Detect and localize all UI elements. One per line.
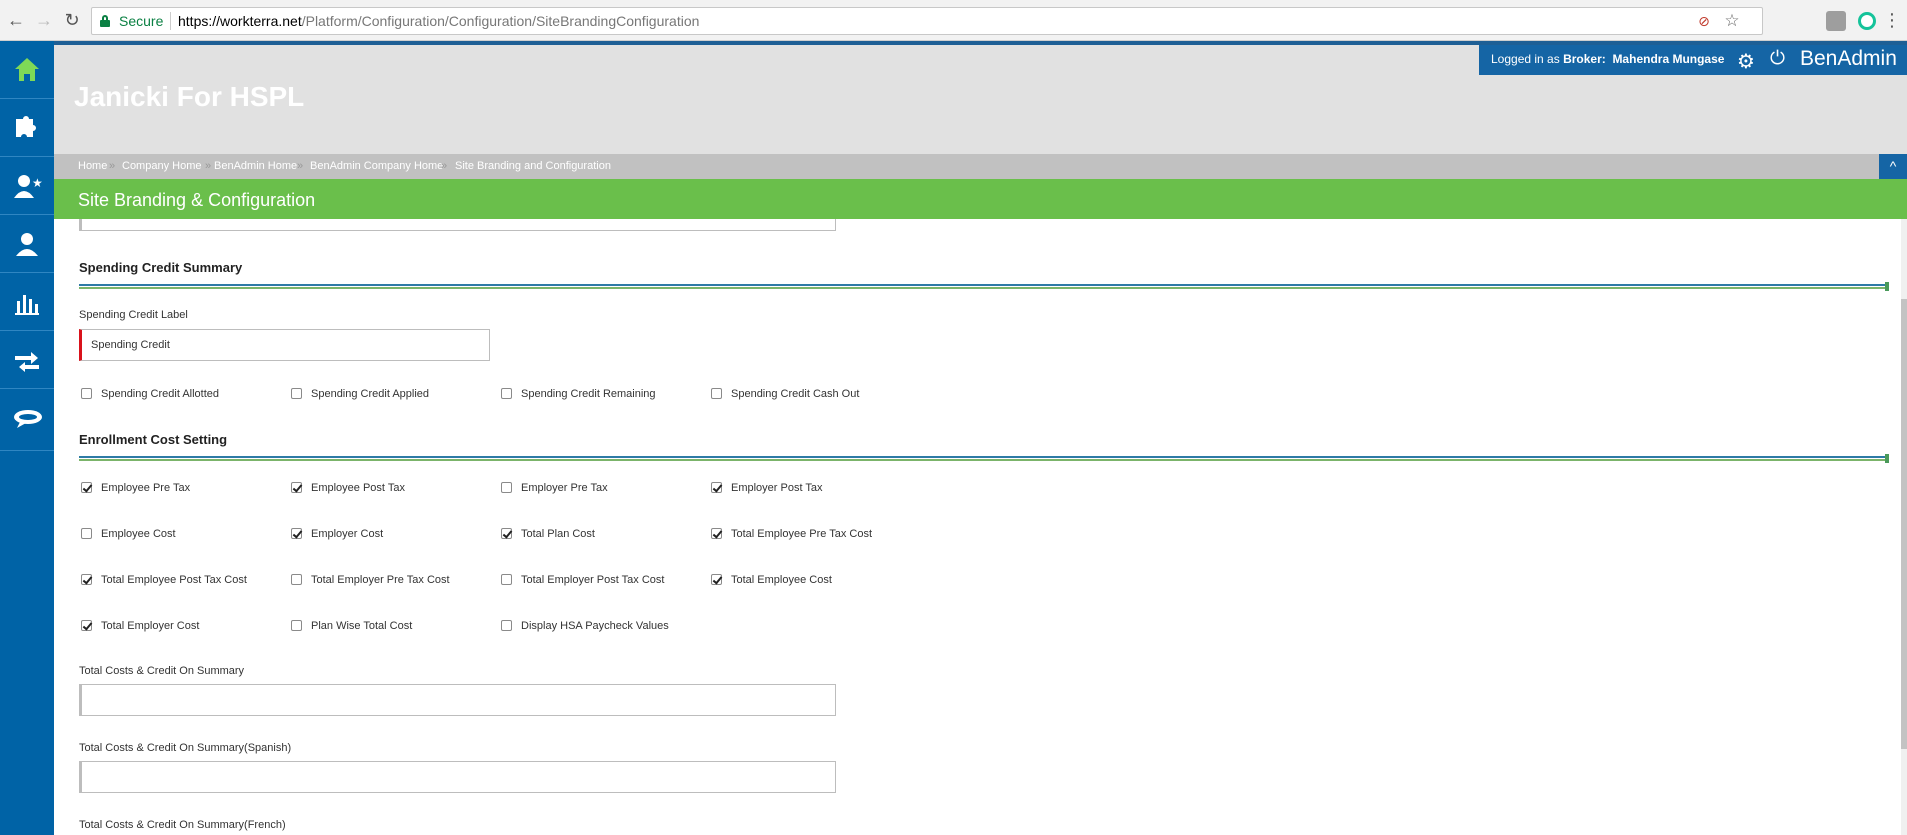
checkbox-employee-pre-tax[interactable] <box>81 482 92 493</box>
checkbox-total-plan-cost[interactable] <box>501 528 512 539</box>
svg-text:★: ★ <box>32 176 42 190</box>
collapse-header-button[interactable]: ^ <box>1879 154 1907 179</box>
checkbox-total-employer-cost[interactable] <box>81 620 92 631</box>
checkbox-total-employer-pre-tax-cost[interactable] <box>291 574 302 585</box>
sidebar: ★ <box>0 41 54 835</box>
secure-label: Secure <box>119 13 164 29</box>
checkbox-employer-post-tax[interactable] <box>711 482 722 493</box>
home-icon[interactable] <box>0 41 54 99</box>
browser-menu-icon[interactable]: ⋮ <box>1882 9 1902 31</box>
breadcrumb: Home » Company Home » BenAdmin Home » Be… <box>54 154 1907 179</box>
reload-icon[interactable]: ↻ <box>62 9 82 31</box>
spending-credit-label-label: Spending Credit Label <box>79 309 188 321</box>
breadcrumb-benadmin-home[interactable]: BenAdmin Home <box>214 160 297 172</box>
checkbox-total-employer-post-tax-cost[interactable] <box>501 574 512 585</box>
total-costs-summary-french-label: Total Costs & Credit On Summary(French) <box>79 819 286 831</box>
transfer-arrows-icon[interactable] <box>0 331 54 389</box>
section-divider <box>79 454 1889 463</box>
breadcrumb-benadmin-company-home[interactable]: BenAdmin Company Home <box>310 160 443 172</box>
user-star-icon[interactable]: ★ <box>0 157 54 215</box>
enrollment-cost-setting-title: Enrollment Cost Setting <box>79 432 228 447</box>
checkbox-spending-credit-applied[interactable] <box>291 388 302 399</box>
url-text[interactable]: https://workterra.net/Platform/Configura… <box>178 13 699 29</box>
checkbox-total-employee-pre-tax-cost[interactable] <box>711 528 722 539</box>
blocked-icon[interactable]: ⊘ <box>1695 12 1713 30</box>
power-icon[interactable]: ⏻ <box>1770 48 1785 70</box>
gear-icon[interactable]: ⚙ <box>1737 49 1755 74</box>
spending-credit-label-input[interactable]: Spending Credit <box>79 329 490 361</box>
checkbox-employee-cost[interactable] <box>81 528 92 539</box>
checkbox-total-employee-cost[interactable] <box>711 574 722 585</box>
total-costs-summary-spanish-input[interactable] <box>79 761 836 793</box>
checkbox-employee-post-tax[interactable] <box>291 482 302 493</box>
lock-icon <box>100 15 110 27</box>
breadcrumb-company-home[interactable]: Company Home <box>122 160 201 172</box>
section-divider <box>79 282 1889 291</box>
main-content: Spending Credit Summary Spending Credit … <box>54 219 1907 835</box>
chat-bubble-icon[interactable] <box>0 389 54 451</box>
address-bar[interactable]: Secure https://workterra.net/Platform/Co… <box>91 7 1763 35</box>
user-icon[interactable] <box>0 215 54 273</box>
checkbox-employer-pre-tax[interactable] <box>501 482 512 493</box>
forward-icon[interactable]: → <box>34 9 54 31</box>
checkbox-plan-wise-total-cost[interactable] <box>291 620 302 631</box>
puzzle-icon[interactable] <box>0 99 54 157</box>
bar-chart-icon[interactable] <box>0 273 54 331</box>
checkbox-spending-credit-allotted[interactable] <box>81 388 92 399</box>
checkbox-spending-credit-cash-out[interactable] <box>711 388 722 399</box>
total-costs-summary-label: Total Costs & Credit On Summary <box>79 665 245 677</box>
app-name[interactable]: BenAdmin <box>1800 47 1897 71</box>
previous-text-field[interactable] <box>79 219 836 231</box>
grammarly-icon[interactable] <box>1858 12 1876 30</box>
page-title: Site Branding & Configuration <box>78 190 316 210</box>
checkbox-total-employee-post-tax-cost[interactable] <box>81 574 92 585</box>
user-bar: Logged in as Broker: Mahendra Mungase ⚙ … <box>1479 45 1907 75</box>
login-info: Logged in as Broker: Mahendra Mungase <box>1491 52 1725 66</box>
total-costs-summary-input[interactable] <box>79 684 836 716</box>
page-title-bar: Site Branding & Configuration <box>54 179 1907 219</box>
extension-icon[interactable] <box>1826 11 1846 31</box>
vertical-scrollbar[interactable] <box>1901 219 1907 835</box>
breadcrumb-site-branding: Site Branding and Configuration <box>455 160 611 172</box>
spending-credit-summary-title: Spending Credit Summary <box>79 260 243 275</box>
breadcrumb-home[interactable]: Home <box>78 160 107 172</box>
checkbox-spending-credit-remaining[interactable] <box>501 388 512 399</box>
company-brand: Janicki For HSPL <box>74 81 305 112</box>
checkbox-employer-cost[interactable] <box>291 528 302 539</box>
checkbox-display-hsa-paycheck-values[interactable] <box>501 620 512 631</box>
total-costs-summary-spanish-label: Total Costs & Credit On Summary(Spanish) <box>79 742 292 754</box>
back-icon[interactable]: ← <box>6 9 26 31</box>
browser-toolbar: ← → ↻ Secure https://workterra.net/Platf… <box>0 0 1907 41</box>
bookmark-star-icon[interactable]: ☆ <box>1723 12 1741 30</box>
